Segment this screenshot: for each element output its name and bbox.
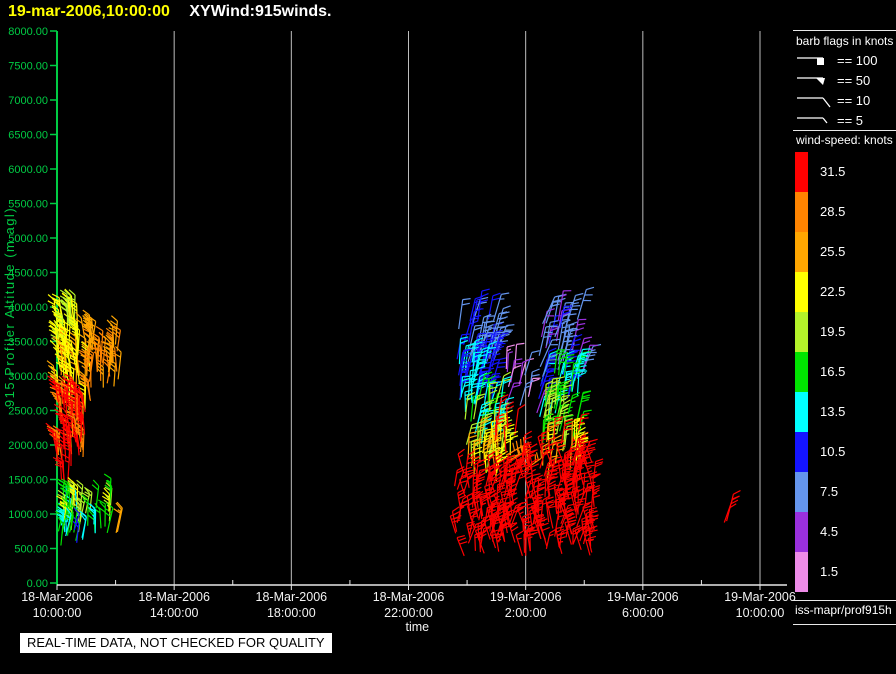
y-tick-label: 7500.00: [8, 61, 48, 73]
colorbar-segment: [795, 472, 808, 512]
x-tick-label-date: 18-Mar-2006: [21, 590, 93, 604]
colorbar-label: 10.5: [820, 444, 846, 459]
barb-cluster-mid-red-mass-1: [449, 448, 529, 557]
legend-panel: barb flags in knots == 100 == 50 == 10 == 5…: [787, 0, 896, 674]
legend-divider-mid: [793, 130, 896, 131]
colorbar-label: 13.5: [820, 404, 846, 419]
colorbar-segment: [795, 512, 808, 552]
y-tick-label: 500.00: [14, 544, 48, 556]
x-tick-label-time: 2:00:00: [505, 606, 547, 620]
x-tick-label-time: 6:00:00: [622, 606, 664, 620]
wind-barb: [546, 501, 557, 529]
x-axis-title: time: [405, 620, 429, 634]
colorbar-label: 31.5: [820, 164, 846, 179]
colorbar-label: 1.5: [820, 564, 839, 579]
y-tick-label: 8000.00: [8, 26, 48, 38]
wind-barb: [506, 351, 513, 373]
colorbar-label: 22.5: [820, 284, 846, 299]
wind-barb: [593, 458, 604, 476]
x-tick-label-time: 10:00:00: [33, 606, 82, 620]
barb-flag-label: == 5: [837, 112, 864, 128]
colorbar-label: 28.5: [820, 204, 846, 219]
x-tick-label-time: 18:00:00: [267, 606, 316, 620]
colorbar-segment: [795, 552, 808, 592]
wind-barb: [529, 529, 538, 552]
wind-barb: [587, 535, 597, 553]
barb-flag-row: == 50: [795, 70, 870, 90]
credit-divider-bottom: [793, 624, 896, 625]
wind-barb: [723, 495, 740, 523]
wind-barb: [553, 416, 564, 440]
gridlines: [173, 31, 761, 585]
barb-flags-legend-title: barb flags in knots: [796, 34, 894, 48]
y-axis-title: 915 Profiler Altitude (m agl): [2, 207, 17, 407]
pennant-icon: [797, 77, 825, 85]
legend-divider-top: [793, 30, 896, 31]
colorbar-label: 16.5: [820, 364, 846, 379]
wind-barb: [514, 404, 526, 436]
wind-profiler-window: 19-mar-2006,10:00:00 XYWind:915winds. 80…: [0, 0, 896, 674]
x-tick-label-time: 14:00:00: [150, 606, 199, 620]
wind-barb: [545, 496, 555, 523]
x-tick-label-date: 19-Mar-2006: [490, 590, 562, 604]
wind-barb: [456, 535, 468, 557]
y-tick-label: 2000.00: [8, 440, 48, 452]
wind-barb: [458, 298, 471, 330]
wind-barbs: [45, 286, 741, 557]
colorbar-segment: [795, 192, 808, 232]
wind-barb: [576, 286, 595, 320]
colorbar-segment: [795, 272, 808, 312]
colorbar-label: 19.5: [820, 324, 846, 339]
wind-barb: [98, 499, 106, 527]
colorbar-label: 4.5: [820, 524, 839, 539]
x-tick-label-date: 19-Mar-2006: [607, 590, 679, 604]
y-tick-label: 7000.00: [8, 95, 48, 107]
barb-flag-label: == 10: [837, 92, 871, 108]
x-tick-label-time: 22:00:00: [384, 606, 433, 620]
flag-icon: [797, 57, 824, 65]
credit-divider-top: [793, 600, 896, 601]
barb-cluster-left-red-tail: [52, 436, 72, 483]
y-tick-label: 0.00: [27, 578, 48, 590]
x-tick-label-date: 18-Mar-2006: [256, 590, 328, 604]
colorbar-segment: [795, 432, 808, 472]
y-tick-label: 6000.00: [8, 164, 48, 176]
colorbar-segment: [795, 152, 808, 192]
wind-profile-chart: 8000.007500.007000.006500.006000.005500.…: [2, 26, 796, 634]
colorbar-segment: [795, 392, 808, 432]
barb-flag-label: == 50: [837, 72, 871, 88]
wind-barb: [527, 377, 541, 397]
colorbar-segment: [795, 232, 808, 272]
barb-flag-row: == 100: [795, 50, 878, 70]
barb-cluster-left-iso-orange: [113, 501, 123, 534]
barb-cluster-isolated-red: [723, 489, 741, 523]
x-tick-label-date: 18-Mar-2006: [138, 590, 210, 604]
colorbar-label: 7.5: [820, 484, 839, 499]
quality-notice: REAL-TIME DATA, NOT CHECKED FOR QUALITY: [20, 633, 332, 653]
full-barb-icon: [797, 97, 831, 108]
wind-barb: [515, 530, 524, 556]
barb-flag-row: == 5: [795, 110, 863, 130]
colorbar-label: 25.5: [820, 244, 846, 259]
credit-text: iss-mapr/prof915h: [795, 603, 892, 617]
x-axis: 18-Mar-2006 10:00:00 18-Mar-2006 14:00:00 18…: [21, 580, 796, 634]
wind-barb: [514, 342, 525, 369]
y-tick-label: 1000.00: [8, 509, 48, 521]
y-tick-label: 6500.00: [8, 130, 48, 142]
y-axis: 8000.007500.007000.006500.006000.005500.…: [2, 26, 58, 590]
x-tick-label-time: 10:00:00: [736, 606, 785, 620]
half-barb-icon: [797, 117, 828, 124]
colorbar-title: wind-speed: knots: [796, 133, 893, 147]
y-tick-label: 1500.00: [8, 475, 48, 487]
colorbar-segment: [795, 352, 808, 392]
x-tick-label-date: 18-Mar-2006: [373, 590, 445, 604]
barb-flag-row: == 10: [795, 90, 870, 110]
colorbar-segment: [795, 312, 808, 352]
x-tick-label-date: 19-Mar-2006: [724, 590, 796, 604]
barb-flag-label: == 100: [837, 52, 878, 68]
